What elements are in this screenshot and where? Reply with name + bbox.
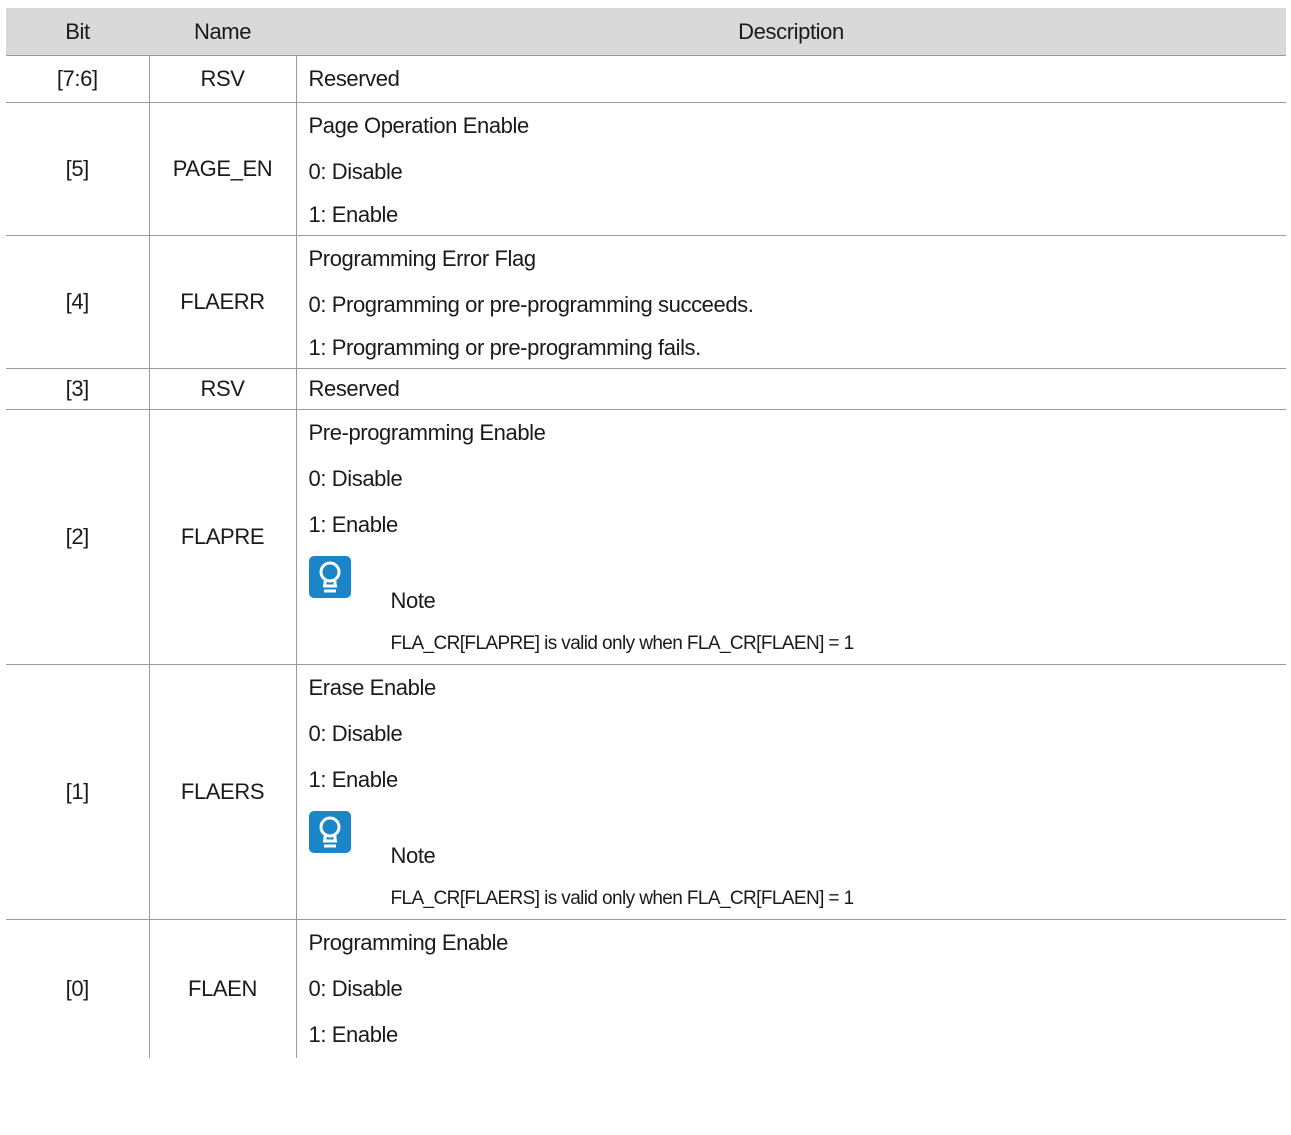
description-line: 0: Disable <box>308 159 403 184</box>
name-cell: RSV <box>149 55 297 103</box>
description-cell: Pre-programming Enable 0: Disable 1: Ena… <box>296 409 1287 665</box>
lightbulb-icon <box>308 556 351 598</box>
note-title: Note <box>390 588 436 613</box>
description-cell: Erase Enable 0: Disable 1: Enable Note F… <box>296 664 1287 920</box>
table-row: [1] FLAERS Erase Enable 0: Disable 1: En… <box>6 664 1287 920</box>
description-cell: Page Operation Enable 0: Disable 1: Enab… <box>296 102 1286 236</box>
description-line: 1: Enable <box>308 512 399 537</box>
note-callout: Note <box>308 548 1287 624</box>
table-row: [3] RSV Reserved <box>6 368 1286 410</box>
table-row: [5] PAGE_EN Page Operation Enable 0: Dis… <box>6 102 1286 236</box>
description-line: Page Operation Enable <box>308 113 530 138</box>
bit-cell: [3] <box>6 368 150 410</box>
description-line: 1: Enable <box>308 1022 399 1047</box>
header-name: Name <box>149 8 296 56</box>
table-row: [2] FLAPRE Pre-programming Enable 0: Dis… <box>6 409 1287 665</box>
table-row: [4] FLAERR Programming Error Flag 0: Pro… <box>6 235 1286 369</box>
name-cell: FLAPRE <box>149 409 297 665</box>
table-row: [0] FLAEN Programming Enable 0: Disable … <box>6 919 1286 1058</box>
name-cell: PAGE_EN <box>149 102 297 236</box>
note-text: FLA_CR[FLAERS] is valid only when FLA_CR… <box>390 888 855 909</box>
description-line: Pre-programming Enable <box>308 420 546 445</box>
bit-cell: [1] <box>6 664 150 920</box>
table-header-row: Bit Name Description <box>6 8 1286 56</box>
name-cell: FLAERS <box>149 664 297 920</box>
description-line: 0: Programming or pre-programming succee… <box>308 292 754 317</box>
description-line: Erase Enable <box>308 675 437 700</box>
note-title: Note <box>390 843 436 868</box>
description-cell: Programming Error Flag 0: Programming or… <box>296 235 1286 369</box>
bit-cell: [0] <box>6 919 150 1058</box>
description-cell: Reserved <box>296 55 1286 103</box>
description-line: 1: Programming or pre-programming fails. <box>308 335 702 360</box>
description-line: Reserved <box>308 66 400 91</box>
name-cell: FLAEN <box>149 919 297 1058</box>
name-cell: FLAERR <box>149 235 297 369</box>
description-line: 1: Enable <box>308 767 399 792</box>
description-line: 0: Disable <box>308 466 403 491</box>
register-bit-table: Bit Name Description [7:6] RSV Reserved … <box>6 8 1286 1058</box>
description-line: 0: Disable <box>308 721 403 746</box>
header-bit: Bit <box>6 8 149 56</box>
lightbulb-icon <box>308 811 351 853</box>
name-cell: RSV <box>149 368 297 410</box>
bit-cell: [4] <box>6 235 150 369</box>
header-description: Description <box>296 8 1286 56</box>
table-row: [7:6] RSV Reserved <box>6 55 1286 103</box>
bit-cell: [7:6] <box>6 55 150 103</box>
note-text: FLA_CR[FLAPRE] is valid only when FLA_CR… <box>390 633 855 654</box>
description-cell: Programming Enable 0: Disable 1: Enable <box>296 919 1286 1058</box>
description-cell: Reserved <box>296 368 1286 410</box>
bit-cell: [2] <box>6 409 150 665</box>
description-line: 0: Disable <box>308 976 403 1001</box>
description-line: Programming Error Flag <box>308 246 537 271</box>
bit-cell: [5] <box>6 102 150 236</box>
note-callout: Note <box>308 803 1287 879</box>
description-line: Reserved <box>308 376 400 401</box>
description-line: Programming Enable <box>308 930 509 955</box>
description-line: 1: Enable <box>308 202 399 227</box>
